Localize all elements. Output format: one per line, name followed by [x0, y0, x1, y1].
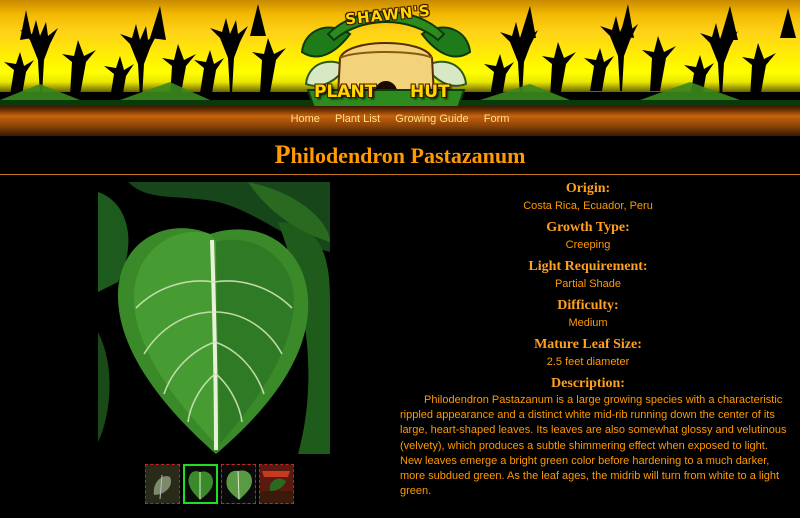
plant-thumb-2-icon	[185, 466, 216, 502]
origin-field: Origin: Costa Rica, Ecuador, Peru	[378, 180, 798, 215]
description-text: Philodendron Pastazanum is a large growi…	[400, 394, 787, 498]
plant-thumb-1[interactable]	[145, 464, 180, 504]
plant-thumb-3[interactable]	[221, 464, 256, 504]
nav-growing-guide[interactable]: Growing Guide	[395, 113, 468, 125]
origin-label: Origin:	[565, 181, 611, 196]
difficulty-value: Medium	[568, 317, 608, 329]
nav-home[interactable]: Home	[291, 113, 320, 125]
plant-details: Origin: Costa Rica, Ecuador, Peru Growth…	[378, 180, 798, 499]
leaf-size-label: Mature Leaf Size:	[534, 337, 642, 352]
growth-type-field: Growth Type: Creeping	[378, 219, 798, 254]
plant-thumb-2[interactable]	[183, 464, 218, 504]
growth-type-label: Growth Type:	[546, 220, 630, 235]
logo-hut-text: HUT	[410, 82, 450, 102]
light-value: Partial Shade	[554, 278, 622, 290]
difficulty-label: Difficulty:	[557, 298, 619, 313]
leaf-size-field: Mature Leaf Size: 2.5 feet diameter	[378, 336, 798, 371]
plant-thumb-1-icon	[146, 465, 179, 503]
logo[interactable]: SHAWN'S PLANT HUT	[298, 0, 474, 112]
origin-value: Costa Rica, Ecuador, Peru	[523, 200, 653, 212]
light-label: Light Requirement:	[528, 259, 648, 274]
site-banner: SHAWN'S PLANT HUT	[0, 0, 800, 112]
main-nav: Home Plant List Growing Guide Form	[0, 113, 800, 125]
light-field: Light Requirement: Partial Shade	[378, 258, 798, 293]
nav-plant-list[interactable]: Plant List	[335, 113, 380, 125]
page-title: Philodendron Pastazanum	[274, 140, 526, 169]
title-divider	[0, 174, 800, 175]
thumbnail-strip	[145, 464, 294, 504]
growth-type-value: Creeping	[565, 239, 611, 251]
nav-form[interactable]: Form	[484, 113, 510, 125]
leaf-size-value: 2.5 feet diameter	[546, 356, 630, 368]
plant-thumb-3-icon	[222, 465, 255, 503]
description-label: Description:	[551, 376, 625, 391]
plant-thumb-4-icon	[260, 465, 293, 503]
plant-photo	[98, 182, 330, 454]
difficulty-field: Difficulty: Medium	[378, 297, 798, 332]
plant-thumb-4[interactable]	[259, 464, 294, 504]
logo-plant-text: PLANT	[314, 82, 377, 102]
